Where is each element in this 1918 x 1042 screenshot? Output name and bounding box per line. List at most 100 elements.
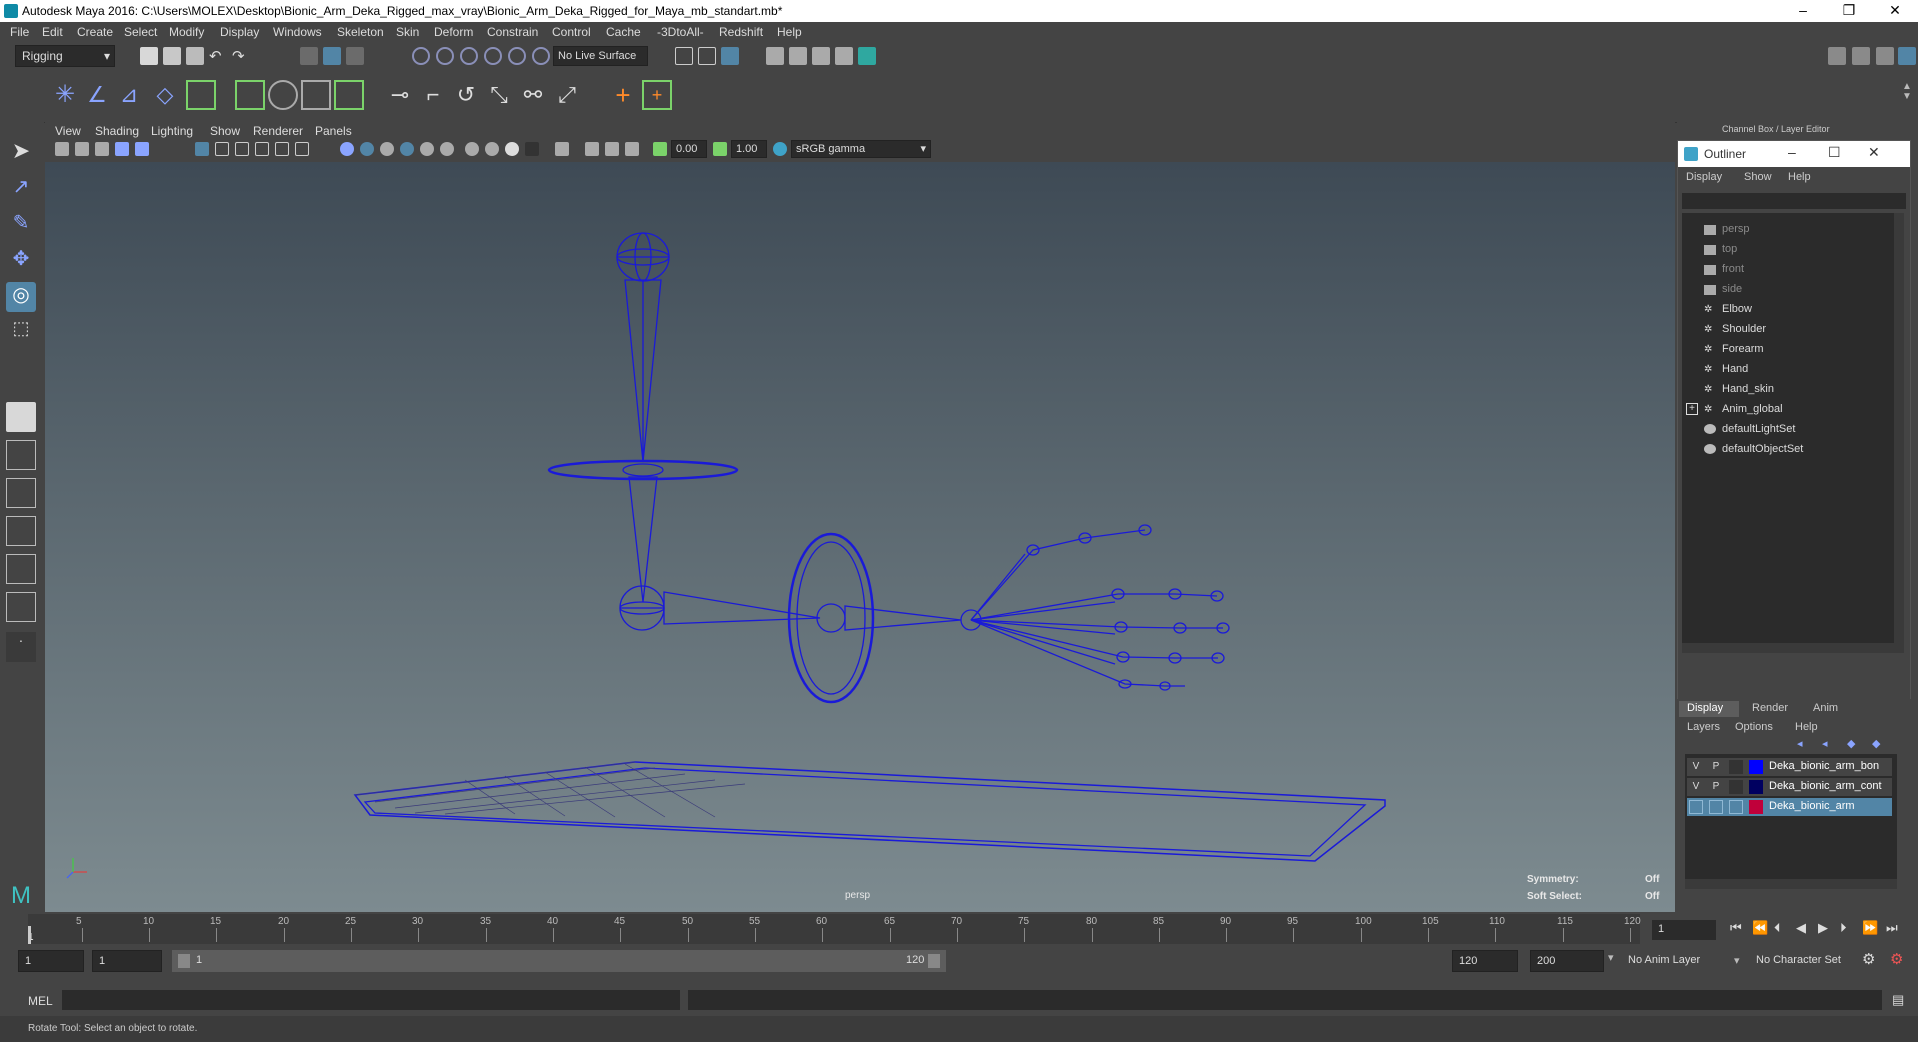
ambient-occlusion-icon[interactable] (465, 142, 479, 156)
new-layer-from-selection-icon[interactable]: ◆ (1872, 737, 1880, 750)
textured-icon[interactable] (400, 142, 414, 156)
wireframe-icon[interactable] (340, 142, 354, 156)
anim-end-field[interactable]: 200 (1530, 950, 1604, 972)
layer-visibility-toggle[interactable] (1689, 800, 1703, 814)
save-scene-icon[interactable] (186, 47, 204, 65)
open-scene-icon[interactable] (163, 47, 181, 65)
menu-cache[interactable]: Cache (606, 25, 641, 39)
wrap-deformer-icon[interactable] (301, 80, 331, 110)
layer-row[interactable]: V P Deka_bionic_arm_bon (1687, 758, 1892, 776)
outliner-menu-help[interactable]: Help (1788, 171, 1811, 183)
smooth-bind-icon[interactable] (186, 80, 216, 110)
outliner-item-elbow[interactable]: Elbow (1722, 303, 1752, 315)
outliner-item-forearm[interactable]: Forearm (1722, 343, 1764, 355)
aim-constraint-icon[interactable]: ⌐ (418, 80, 448, 110)
construction-history-icon[interactable] (721, 47, 739, 65)
ipr-render-icon[interactable] (789, 47, 807, 65)
cluster-icon[interactable] (334, 80, 364, 110)
live-surface-field[interactable]: No Live Surface (553, 46, 648, 66)
outliner-item-default-light-set[interactable]: defaultLightSet (1722, 423, 1795, 435)
layers-menu-help[interactable]: Help (1795, 721, 1818, 733)
ik-spline-icon[interactable]: ⊿ (114, 80, 144, 110)
vp-menu-show[interactable]: Show (210, 124, 240, 138)
select-component-icon[interactable] (346, 47, 364, 65)
orient-constraint-icon[interactable]: ↺ (451, 80, 481, 110)
menu-display[interactable]: Display (220, 25, 259, 39)
sculpt-deformer-icon[interactable] (268, 80, 298, 110)
wireframe-on-shaded-icon[interactable] (380, 142, 394, 156)
command-input[interactable] (62, 990, 680, 1010)
gamma-icon[interactable] (713, 142, 727, 156)
tab-anim[interactable]: Anim (1813, 702, 1838, 714)
layers-menu-layers[interactable]: Layers (1687, 721, 1720, 733)
outliner-minimize-button[interactable]: – (1788, 144, 1796, 160)
step-back-frame-icon[interactable]: ⏴ (1774, 920, 1781, 936)
layer-color-swatch[interactable] (1749, 780, 1763, 794)
current-frame-field[interactable]: 1 (1652, 920, 1716, 940)
layer-playback-toggle[interactable] (1709, 800, 1723, 814)
render-settings-icon[interactable] (812, 47, 830, 65)
safe-action-icon[interactable] (295, 142, 309, 156)
resolution-gate-icon[interactable] (235, 142, 249, 156)
layer-up-icon[interactable]: ◂ (1797, 737, 1803, 750)
layer-visibility-toggle[interactable]: V (1689, 760, 1703, 774)
single-perspective-layout-icon[interactable] (6, 402, 36, 432)
range-start-handle[interactable] (178, 954, 190, 968)
paint-select-icon[interactable]: ✎ (6, 210, 36, 240)
hypershade-layout-icon[interactable] (6, 554, 36, 584)
menu-create[interactable]: Create (77, 25, 113, 39)
menu-skin[interactable]: Skin (396, 25, 419, 39)
outliner-item-top[interactable]: top (1722, 243, 1737, 255)
tool-settings-icon[interactable] (1876, 47, 1894, 65)
grid-toggle-icon[interactable] (195, 142, 209, 156)
script-editor-icon[interactable]: ▤ (1892, 992, 1904, 1008)
layer-color-swatch[interactable] (1749, 760, 1763, 774)
step-back-key-icon[interactable]: ⏪ (1752, 920, 1768, 936)
layer-down-icon[interactable]: ◂ (1822, 737, 1828, 750)
custom-layout-icon[interactable] (6, 592, 36, 622)
auto-key-icon[interactable]: ⚙ (1862, 950, 1875, 968)
snap-curve-icon[interactable] (436, 47, 454, 65)
input-ops-icon[interactable] (675, 47, 693, 65)
camera-attributes-icon[interactable] (75, 142, 89, 156)
more-layouts-icon[interactable]: · (6, 632, 36, 662)
menu-modify[interactable]: Modify (169, 25, 204, 39)
vp-menu-view[interactable]: View (55, 124, 81, 138)
exposure-icon[interactable] (653, 142, 667, 156)
outliner-item-hand[interactable]: Hand (1722, 363, 1748, 375)
menu-edit[interactable]: Edit (42, 25, 63, 39)
menu-constrain[interactable]: Constrain (487, 25, 538, 39)
new-scene-icon[interactable] (140, 47, 158, 65)
locator-icon[interactable]: + (608, 80, 638, 110)
playback-start-field[interactable]: 1 (92, 950, 162, 972)
outliner-item-anim-global[interactable]: Anim_global (1722, 403, 1783, 415)
outliner-search-input[interactable] (1682, 193, 1906, 209)
go-to-start-icon[interactable]: ⏮ (1730, 920, 1742, 936)
menu-3dtoall[interactable]: -3DtoAll- (657, 25, 704, 39)
motion-blur-icon[interactable] (485, 142, 499, 156)
vp-menu-lighting[interactable]: Lighting (151, 124, 193, 138)
layers-menu-options[interactable]: Options (1735, 721, 1773, 733)
outliner-horizontal-scrollbar[interactable] (1682, 643, 1904, 653)
mel-label[interactable]: MEL (28, 994, 53, 1008)
lattice-icon[interactable] (235, 80, 265, 110)
pole-vector-icon[interactable]: ⤢ (552, 80, 582, 110)
isolate-select-icon[interactable] (555, 142, 569, 156)
rotate-tool-icon[interactable]: ◎ (6, 282, 36, 312)
current-time-indicator[interactable] (28, 926, 31, 944)
undo-icon[interactable]: ↶ (209, 47, 227, 65)
ik-handle-icon[interactable]: ∠ (82, 80, 112, 110)
channel-box-toggle-icon[interactable] (1898, 47, 1916, 65)
step-forward-frame-icon[interactable]: ⏵ (1840, 920, 1847, 936)
outliner-item-persp[interactable]: persp (1722, 223, 1750, 235)
range-end-handle[interactable] (928, 954, 940, 968)
menu-control[interactable]: Control (552, 25, 591, 39)
outliner-close-button[interactable]: ✕ (1868, 144, 1880, 161)
preferences-icon[interactable]: ⚙ (1890, 950, 1903, 968)
character-set-dropdown[interactable]: No Character Set (1752, 950, 1870, 972)
vp-menu-shading[interactable]: Shading (95, 124, 139, 138)
layer-visibility-toggle[interactable]: V (1689, 780, 1703, 794)
colorspace-dropdown[interactable]: sRGB gamma ▾ (791, 140, 931, 158)
restore-button[interactable]: ❐ (1826, 0, 1872, 22)
outliner-item-front[interactable]: front (1722, 263, 1744, 275)
